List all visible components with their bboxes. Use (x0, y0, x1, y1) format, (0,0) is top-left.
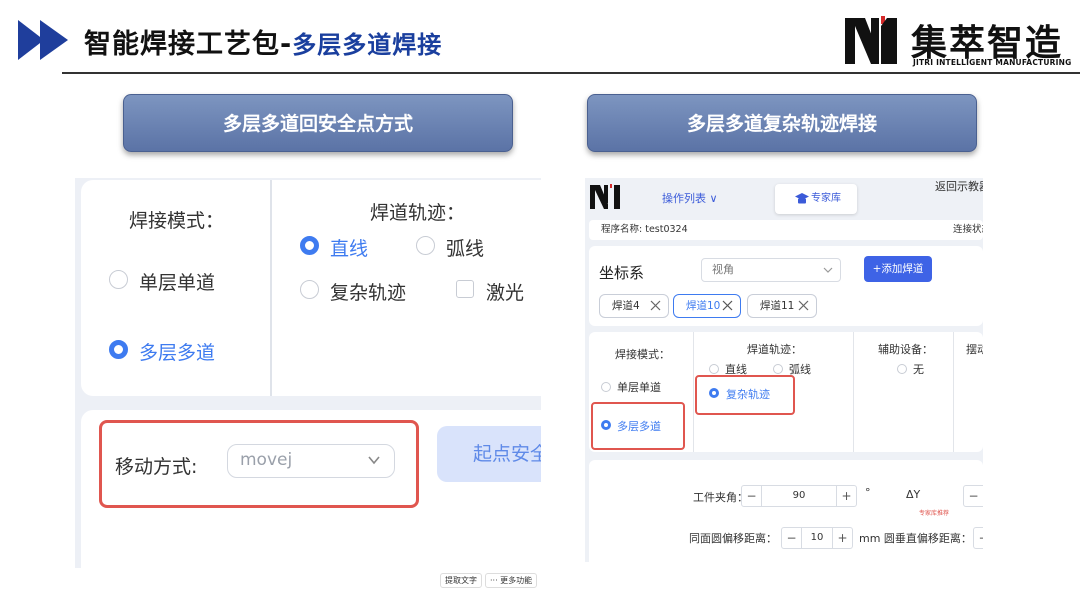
weld-mode-label: 焊接模式： (615, 348, 670, 361)
radio-single-layer[interactable] (109, 270, 128, 289)
mode-single-label: 单层单道 (617, 381, 661, 394)
operations-list-menu[interactable]: 操作列表 ∨ (662, 190, 718, 206)
track-card: 焊道轨迹： 直线 弧线 复杂轨迹 激光 (270, 180, 541, 396)
page-title-sub: 多层多道焊接 (292, 31, 443, 59)
jitri-logo: 集萃智造 JITRI INTELLIGENT MANUFACTURING (845, 12, 1075, 68)
view-angle-select[interactable]: 视角 (701, 258, 841, 282)
divider (853, 332, 854, 452)
radio-track-arc[interactable] (416, 236, 435, 255)
decrement-button[interactable]: − (782, 528, 802, 548)
banner-safe-point: 多层多道回安全点方式 (123, 94, 513, 152)
delta-y-label: ΔY (906, 488, 921, 501)
close-icon[interactable] (797, 299, 810, 312)
decrement-button[interactable]: − (964, 486, 983, 506)
radio-track-line[interactable] (709, 364, 719, 374)
double-arrow-icon (18, 20, 68, 60)
highlight-box-complex-track (695, 375, 795, 415)
weld-mode-card: 焊接模式： 单层单道 多层多道 (81, 180, 277, 396)
add-weld-button[interactable]: +添加焊道 (864, 256, 932, 282)
coordinate-system-label: 坐标系 (599, 264, 645, 282)
aux-none-label: 无 (913, 363, 924, 376)
left-zoom-panel: 焊接模式： 单层单道 多层多道 焊道轨迹： 直线 弧线 复杂轨迹 激光 移动方式… (75, 178, 541, 568)
connection-status: 连接状态 (953, 224, 983, 235)
radio-track-arc[interactable] (773, 364, 783, 374)
close-icon[interactable] (649, 299, 662, 312)
weld-tag-label: 焊道10 (686, 300, 721, 312)
overlay-toolbar: 提取文字 ··· 更多功能 (440, 573, 540, 588)
track-arc-label: 弧线 (446, 238, 485, 260)
extract-text-button[interactable]: 提取文字 (440, 573, 482, 588)
vertical-offset-stepper[interactable]: − (973, 527, 983, 549)
radio-single-layer[interactable] (601, 382, 611, 392)
laser-label: 激光 (486, 282, 525, 304)
track-label: 焊道轨迹： (747, 343, 802, 356)
divider (953, 332, 954, 452)
header-divider (62, 72, 1080, 74)
slide: 智能焊接工艺包-多层多道焊接 集萃智造 JITRI INTELLIGENT MA… (0, 0, 1080, 608)
same-circle-offset-stepper[interactable]: − 10 + (781, 527, 853, 549)
weld-tag-label: 焊道11 (760, 300, 795, 312)
divider (693, 332, 694, 452)
same-circle-offset-label: 同面圆偏移距离： (689, 532, 777, 545)
decrement-button[interactable]: − (974, 528, 983, 548)
radio-multi-layer[interactable] (109, 340, 128, 359)
start-safe-button[interactable]: 起点安全 (437, 426, 541, 482)
laser-checkbox[interactable] (456, 280, 474, 298)
close-icon[interactable] (721, 299, 734, 312)
fixture-angle-value: 90 (792, 490, 806, 501)
program-name: 程序名称: test0324 (601, 224, 688, 235)
decrement-button[interactable]: − (742, 486, 762, 506)
graduate-cap-icon (795, 193, 809, 204)
degree-unit: ° (865, 486, 871, 499)
highlight-box-multi-layer (591, 402, 685, 450)
page-title: 智能焊接工艺包-多层多道焊接 (84, 22, 442, 61)
fixture-angle-label: 工件夹角： (693, 491, 748, 504)
track-line-label: 直线 (330, 238, 369, 260)
weld-mode-label: 焊接模式： (129, 210, 225, 232)
same-circle-offset-value: 10 (810, 532, 824, 543)
radio-track-line[interactable] (300, 236, 319, 255)
coordinate-card: 坐标系 视角 +添加焊道 焊道4 焊道10 焊道11 (589, 246, 983, 326)
highlight-box-move (99, 420, 419, 508)
chevron-down-icon (823, 267, 833, 273)
logo-english: JITRI INTELLIGENT MANUFACTURING (913, 58, 1072, 67)
more-functions-button[interactable]: ··· 更多功能 (485, 573, 538, 588)
mode-single-label: 单层单道 (139, 272, 216, 294)
increment-button[interactable]: + (832, 528, 852, 548)
aux-device-label: 辅助设备： (878, 343, 933, 356)
program-info-bar: 程序名称: test0324 连接状态 (589, 220, 983, 240)
mode-multi-label: 多层多道 (139, 342, 216, 364)
banner-complex-track: 多层多道复杂轨迹焊接 (587, 94, 977, 152)
expert-library-button[interactable]: 专家库 (775, 184, 857, 214)
track-label: 焊道轨迹： (370, 202, 466, 224)
weld-tag[interactable]: 焊道11 (747, 294, 817, 318)
page-title-main: 智能焊接工艺包- (84, 29, 293, 60)
increment-button[interactable]: + (836, 486, 856, 506)
vertical-offset-label: mm 圆垂直偏移距离： (859, 532, 972, 545)
radio-aux-none[interactable] (897, 364, 907, 374)
app-logo-icon (590, 184, 620, 209)
expert-library-label: 专家库 (811, 193, 841, 204)
swing-label: 摆动 (966, 343, 983, 356)
weld-tag[interactable]: 焊道4 (599, 294, 669, 318)
expert-recommend-note: 专家库推荐 (919, 510, 950, 517)
jitri-mark-icon (845, 16, 897, 64)
weld-tag-active[interactable]: 焊道10 (673, 294, 741, 318)
view-angle-placeholder: 视角 (712, 263, 734, 276)
weld-tag-label: 焊道4 (612, 300, 640, 312)
radio-track-complex[interactable] (300, 280, 319, 299)
fixture-angle-stepper[interactable]: − 90 + (741, 485, 857, 507)
back-to-pendant-link[interactable]: 返回示教器 (935, 178, 983, 194)
track-complex-label: 复杂轨迹 (330, 282, 407, 304)
right-screenshot-panel: 操作列表 ∨ 专家库 返回示教器 程序名称: test0324 连接状态 坐标系… (585, 178, 983, 562)
delta-y-stepper[interactable]: − (963, 485, 983, 507)
